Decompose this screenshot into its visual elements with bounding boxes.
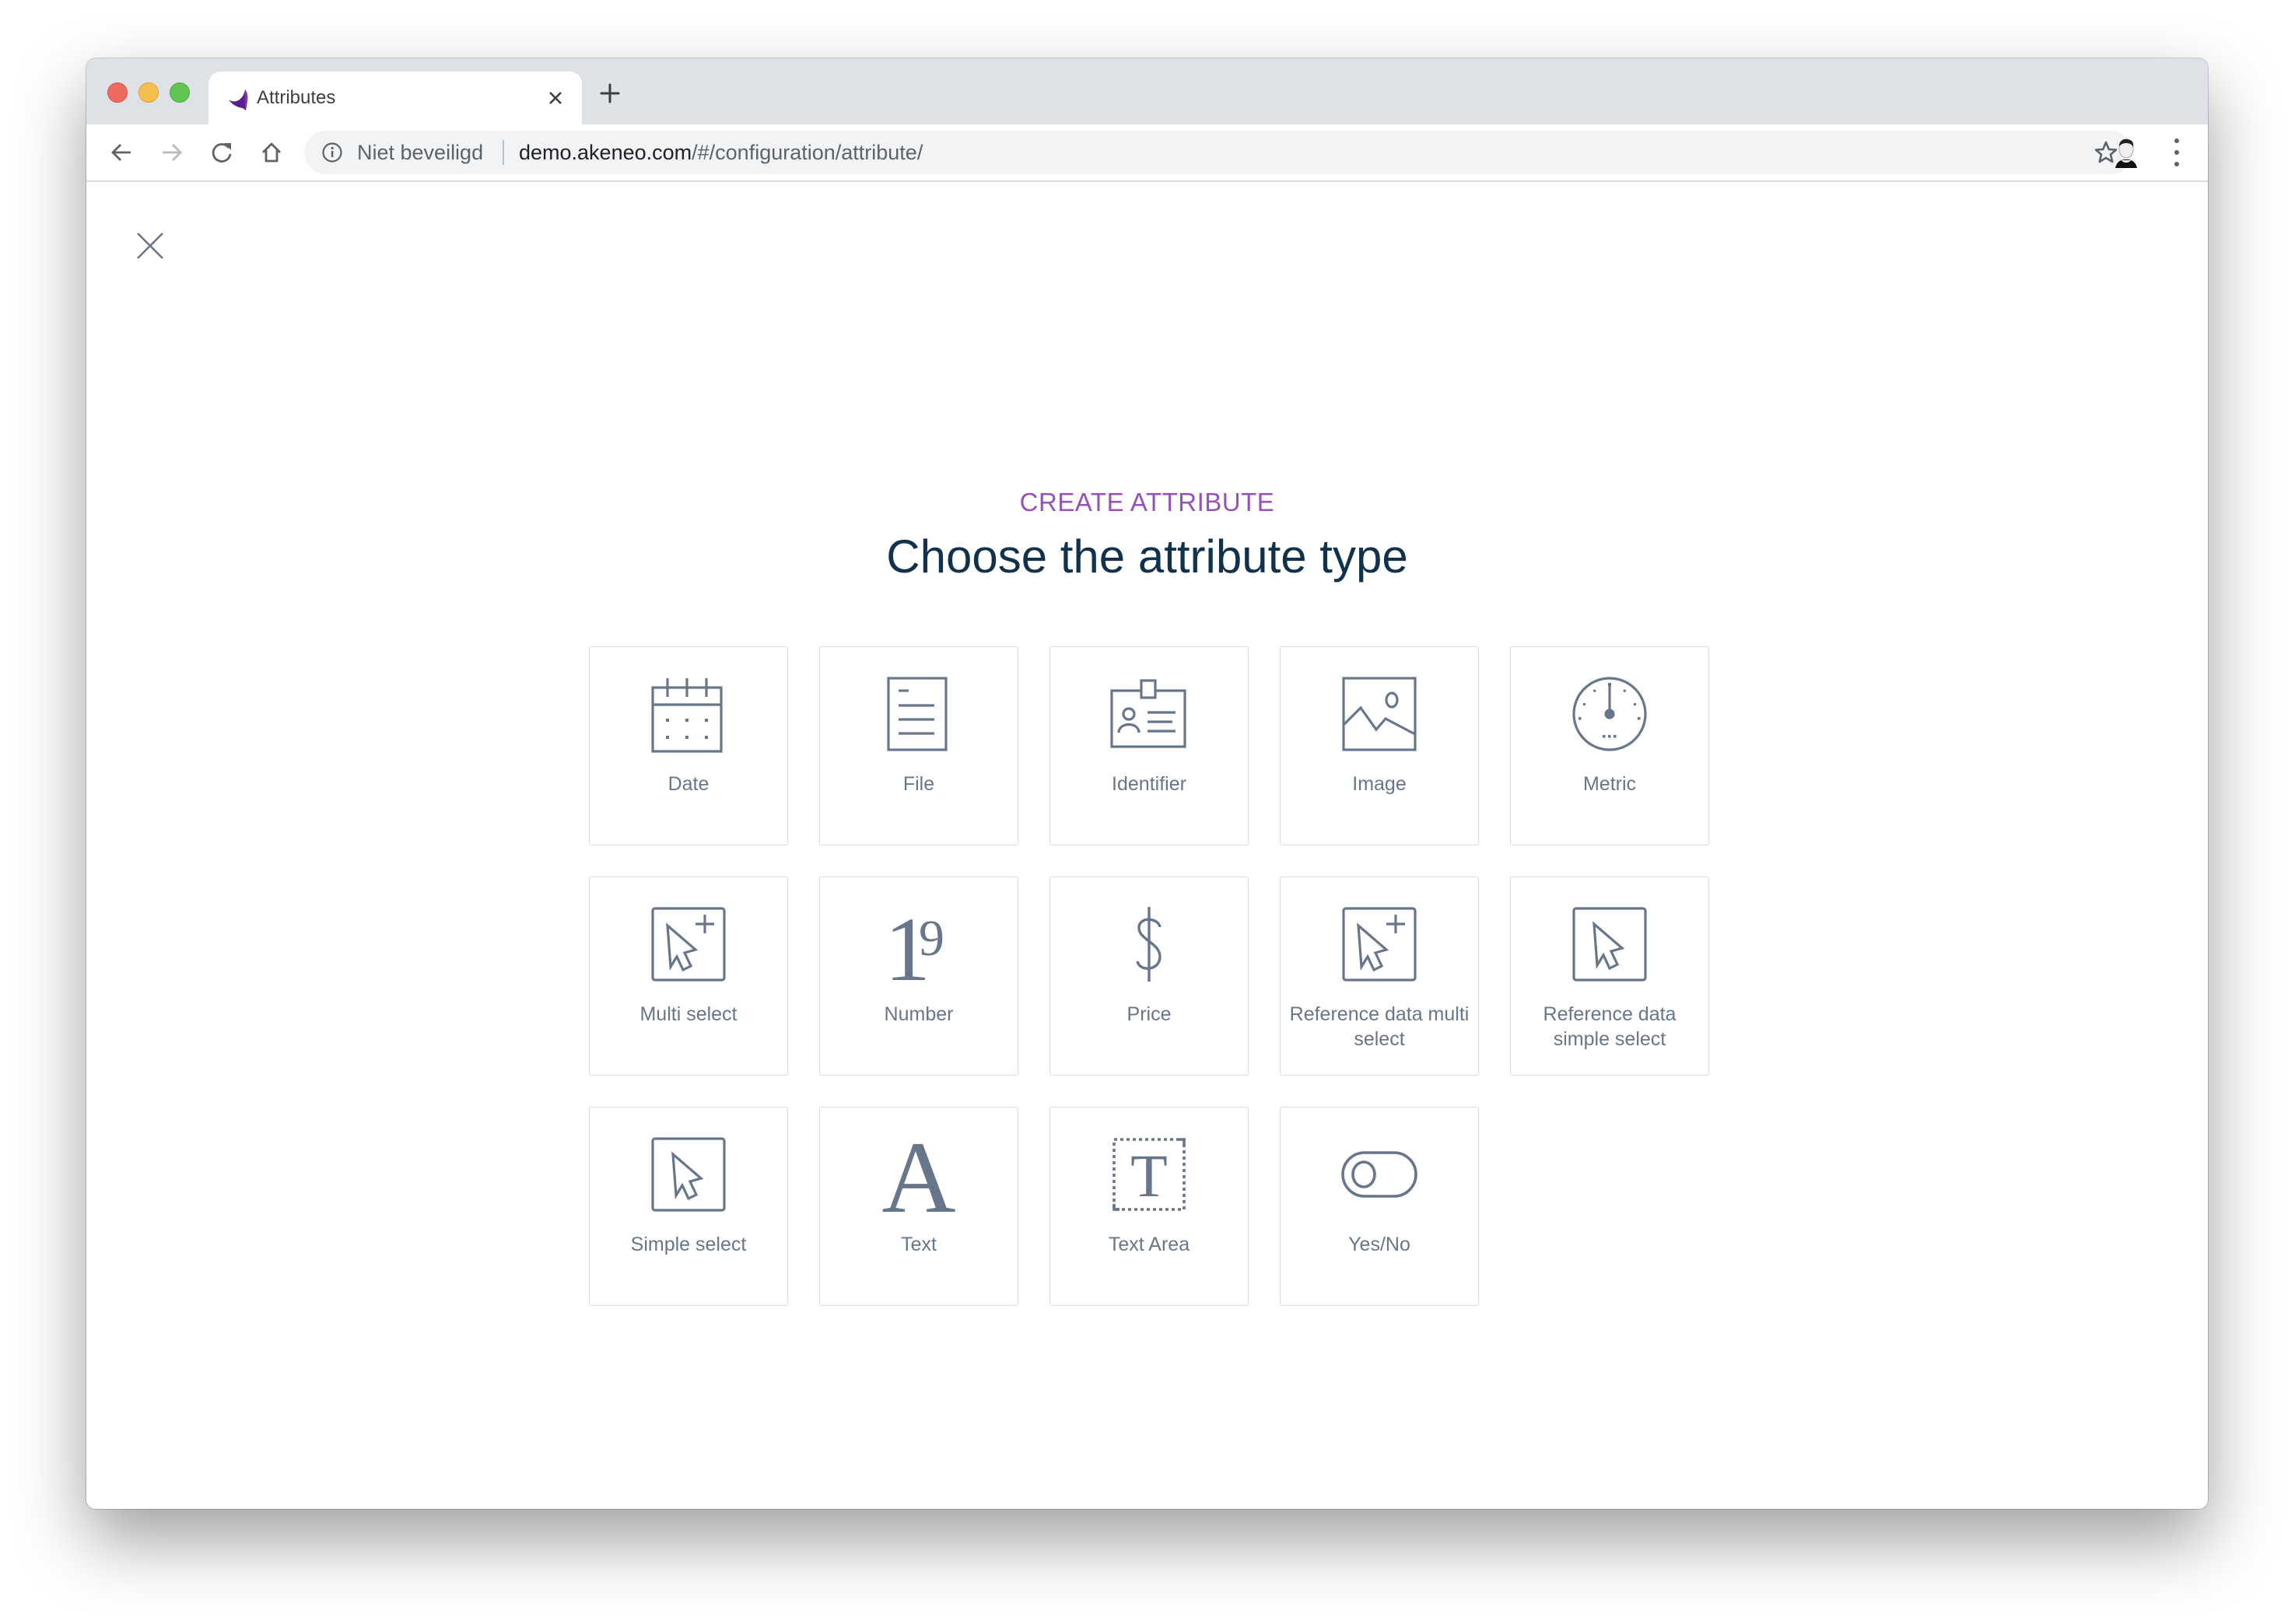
page-title: Choose the attribute type (886, 530, 1408, 583)
attribute-type-label: Simple select (630, 1234, 747, 1255)
letter-a-icon: A (880, 1136, 958, 1213)
cursor-plus-icon (650, 905, 727, 983)
forward-button[interactable] (156, 137, 187, 168)
arrow-left-icon (111, 144, 131, 161)
attribute-type-label: Date (667, 773, 710, 795)
attribute-type-reference-data-simple-select[interactable]: Reference data simple select (1510, 877, 1709, 1076)
cursor-icon (1571, 905, 1649, 983)
url-path: /#/configuration/attribute/ (692, 141, 923, 164)
akeneo-logo-icon (227, 87, 252, 112)
create-attribute-page: CREATE ATTRIBUTE Choose the attribute ty… (86, 182, 2208, 1509)
number-icon: 1 9 (880, 905, 958, 983)
new-tab-button[interactable] (596, 79, 624, 107)
attribute-type-yes-no[interactable]: Yes/No (1280, 1107, 1479, 1306)
text-area-icon: T (1110, 1136, 1188, 1213)
attribute-type-label: Metric (1582, 773, 1637, 795)
attribute-type-label: Reference data multi select (1289, 1003, 1470, 1050)
toggle-icon (1340, 1136, 1418, 1213)
cursor-plus-icon (1340, 905, 1418, 983)
attribute-type-number[interactable]: 1 9 Number (819, 877, 1018, 1076)
attribute-type-label: Identifier (1112, 773, 1186, 795)
security-label: Niet beveiligd (357, 141, 484, 164)
home-button[interactable] (256, 137, 287, 168)
attribute-type-label: Text (901, 1234, 937, 1255)
attribute-type-label: File (902, 773, 935, 795)
attribute-type-date[interactable]: Date (589, 646, 788, 845)
image-icon (1340, 675, 1418, 753)
svg-text:9: 9 (919, 910, 944, 967)
attribute-type-metric[interactable]: Metric (1510, 646, 1709, 845)
attribute-type-label: Image (1352, 773, 1407, 795)
tab-strip: Attributes (86, 58, 2208, 124)
attribute-type-label: Number (884, 1003, 954, 1025)
page-header: CREATE ATTRIBUTE Choose the attribute ty… (86, 487, 2208, 585)
close-icon[interactable] (133, 229, 167, 263)
calendar-icon (650, 675, 727, 753)
kebab-menu-icon[interactable] (2169, 138, 2185, 166)
attribute-type-label: Reference data simple select (1543, 1003, 1677, 1050)
attribute-type-file[interactable]: File (819, 646, 1018, 845)
info-icon[interactable] (321, 142, 343, 163)
arrow-right-icon (163, 144, 182, 161)
attribute-type-label: Price (1126, 1003, 1172, 1025)
browser-window: Attributes Niet beveiligd demo.akeneo.co… (86, 58, 2208, 1509)
reload-icon (212, 143, 232, 163)
svg-text:A: A (881, 1136, 955, 1213)
maximize-window-button[interactable] (170, 82, 190, 103)
attribute-type-grid: Date File Identifier Image Metric Multi … (589, 646, 1709, 1306)
attribute-type-label: Yes/No (1348, 1234, 1410, 1255)
attribute-type-multi-select[interactable]: Multi select (589, 877, 788, 1076)
attribute-type-label: Multi select (639, 1003, 738, 1025)
back-button[interactable] (106, 137, 137, 168)
gauge-icon (1571, 675, 1649, 753)
dollar-icon (1110, 905, 1188, 983)
omnibox-separator (503, 140, 504, 165)
home-icon (262, 142, 281, 163)
attribute-type-reference-data-multi-select[interactable]: Reference data multi select (1280, 877, 1479, 1076)
tab-title: Attributes (257, 87, 336, 108)
attribute-type-identifier[interactable]: Identifier (1049, 646, 1249, 845)
minimize-window-button[interactable] (138, 82, 159, 103)
url-text[interactable]: demo.akeneo.com/#/configuration/attribut… (519, 141, 923, 165)
attribute-type-simple-select[interactable]: Simple select (589, 1107, 788, 1306)
attribute-type-price[interactable]: Price (1049, 877, 1249, 1076)
close-window-button[interactable] (107, 82, 128, 103)
attribute-type-label: Text Area (1108, 1234, 1190, 1255)
address-bar[interactable]: Niet beveiligd demo.akeneo.com/#/configu… (304, 131, 2132, 174)
attribute-type-image[interactable]: Image (1280, 646, 1479, 845)
url-host: demo.akeneo.com (519, 141, 692, 164)
reload-button[interactable] (206, 137, 237, 168)
id-badge-icon (1110, 675, 1188, 753)
file-icon (880, 675, 958, 753)
page-eyebrow: CREATE ATTRIBUTE (1019, 488, 1275, 516)
attribute-type-text-area[interactable]: T Text Area (1049, 1107, 1249, 1306)
browser-toolbar: Niet beveiligd demo.akeneo.com/#/configu… (86, 124, 2208, 182)
attribute-type-text[interactable]: A Text (819, 1107, 1018, 1306)
close-tab-icon[interactable] (543, 86, 568, 110)
browser-tab-attributes[interactable]: Attributes (208, 72, 582, 124)
profile-avatar[interactable] (2109, 135, 2143, 170)
svg-text:T: T (1130, 1142, 1168, 1209)
cursor-icon (650, 1136, 727, 1213)
